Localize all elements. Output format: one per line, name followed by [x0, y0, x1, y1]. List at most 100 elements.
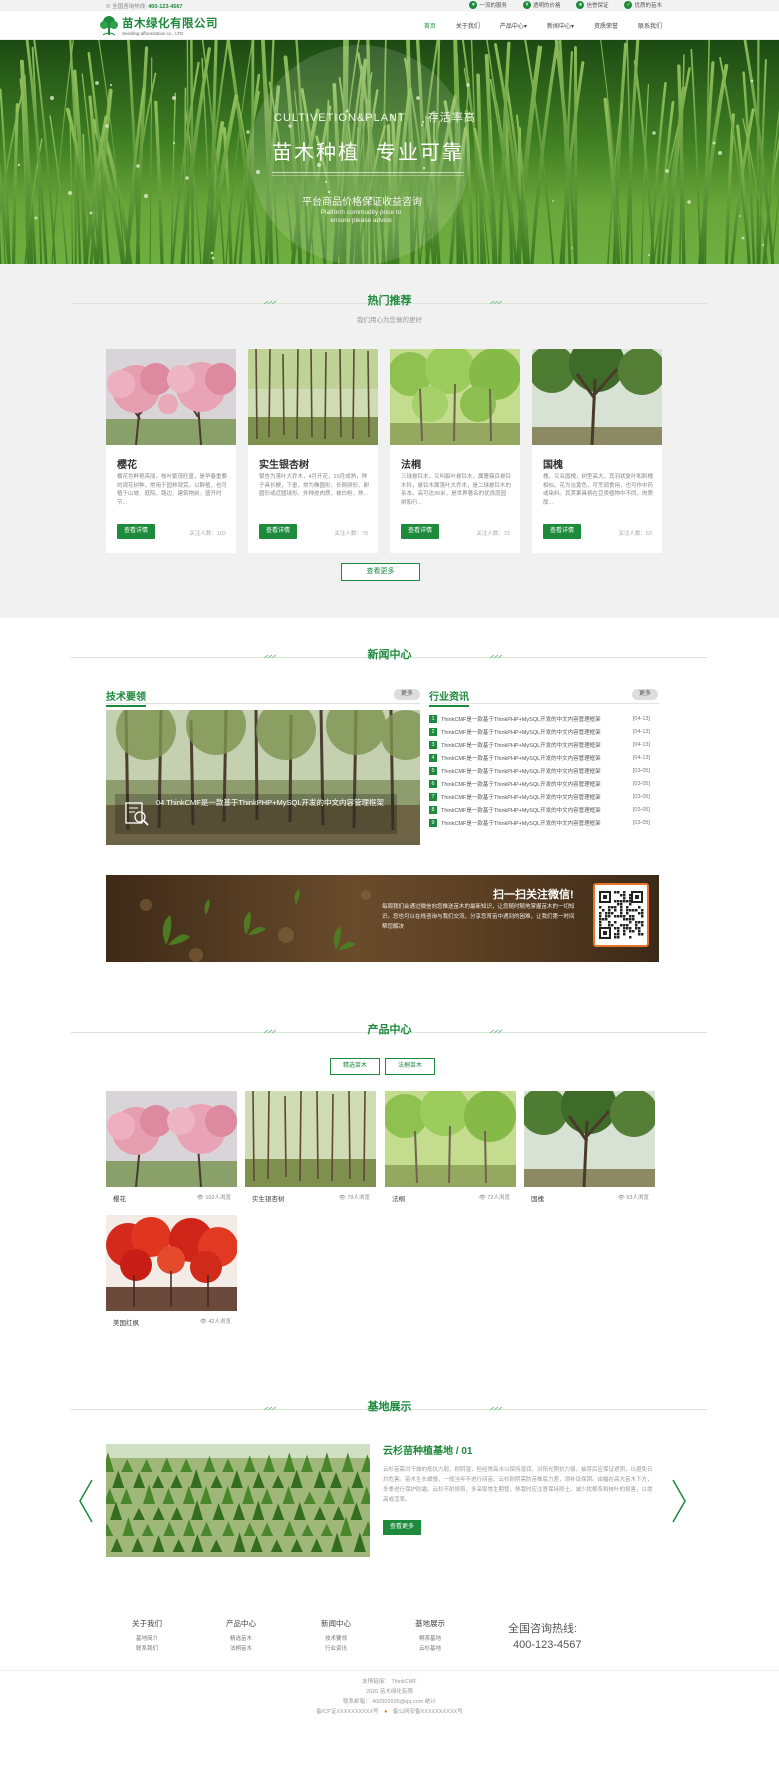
product-item[interactable]: 实生银杏树 👁 79人浏览 — [245, 1091, 376, 1209]
view-details-button[interactable]: 查看详情 — [543, 524, 581, 539]
top-bar: ✆ 全国咨询热线: 400-123-4567 ♥ 一流的服务 ¥ 透明的价格 ★ 信誉… — [0, 0, 779, 11]
list-item[interactable]: 9 ThinkCMF是一款基于ThinkPHP+MySQL开发的中文内容管理框架[… — [429, 816, 650, 829]
tech-heading[interactable]: 技术要领 — [106, 688, 146, 707]
banner-line-1: CULTIVETION&PLANT 存活率高 — [274, 112, 476, 124]
plane-tree-image — [385, 1091, 516, 1187]
card-views: 关注人数：53 — [618, 531, 652, 537]
list-item[interactable]: 4 ThinkCMF是一款基于ThinkPHP+MySQL开发的中文内容管理框架[… — [429, 751, 650, 764]
footer-column-title[interactable]: 基地展示 — [400, 1618, 460, 1629]
banner-headline: 苗木种植 专业可靠 — [272, 142, 464, 164]
promise-label: 信誉保证 — [586, 3, 609, 9]
footer-column: 关于我们 基地简介 联系我们 — [117, 1618, 177, 1654]
icp-number[interactable]: 备ICP证XXXXXXXXXX号 — [316, 1709, 378, 1715]
nav-home[interactable]: 首页 — [424, 21, 436, 30]
list-item[interactable]: 3 ThinkCMF是一款基于ThinkPHP+MySQL开发的中文内容管理框架[… — [429, 738, 650, 751]
nav-about[interactable]: 关于我们 — [456, 21, 480, 30]
list-item[interactable]: 2 ThinkCMF是一款基于ThinkPHP+MySQL开发的中文内容管理框架[… — [429, 725, 650, 738]
promise-label: 优质的苗木 — [634, 3, 662, 9]
news-caption[interactable]: 04 ThinkCMF是一款基于ThinkPHP+MySQL开发的中文内容管理框… — [115, 794, 397, 834]
footer-link[interactable]: 精选苗木 — [211, 1634, 271, 1644]
product-views: 👁 72人浏览 — [478, 1195, 510, 1201]
top-phone-number: 400-123-4567 — [148, 4, 183, 10]
section-title: 基地展示 — [0, 1398, 779, 1428]
ginkgo-image — [248, 349, 378, 445]
product-item[interactable]: 樱花 👁 102人浏览 — [106, 1091, 237, 1209]
chevron-down-icon: ▾ — [523, 24, 527, 30]
friend-links[interactable]: 友情链接： ThinkCMF — [0, 1677, 779, 1687]
qr-code-icon — [599, 891, 644, 939]
footer-link[interactable]: 云杉基地 — [400, 1644, 460, 1654]
product-card[interactable]: 樱花 樱花色鲜艳亮丽，枝叶繁茂旺盛，是早春重要的观花树种，常用于园林观赏。以群植… — [106, 349, 236, 553]
product-views: 👁 53人浏览 — [617, 1195, 649, 1201]
product-item[interactable]: 美国红枫 👁 42人浏览 — [106, 1215, 237, 1333]
police-record[interactable]: 备公网安备XXXXXXXXXX号 — [393, 1709, 463, 1715]
tech-more-button[interactable]: 更多 — [394, 689, 420, 700]
view-details-button[interactable]: 查看详情 — [401, 524, 439, 539]
view-details-button[interactable]: 查看详情 — [259, 524, 297, 539]
wechat-text: 每周我们会通过微信向您推送苗木的最新知识，让您随时随地掌握苗木的一切知识。您也可… — [382, 904, 575, 930]
nav-products[interactable]: 产品中心▾ — [500, 21, 527, 30]
logo[interactable]: 苗木绿化有限公司 Seedling afforestation co., LTD — [99, 15, 218, 36]
view-details-button[interactable]: 查看详情 — [117, 524, 155, 539]
base-item-title: 云杉苗种植基地 / 01 — [383, 1446, 473, 1457]
list-item[interactable]: 5 ThinkCMF是一款基于ThinkPHP+MySQL开发的中文内容管理框架[… — [429, 764, 650, 777]
divider — [0, 1670, 779, 1671]
industry-news-list: 1 ThinkCMF是一款基于ThinkPHP+MySQL开发的中文内容管理框架[… — [429, 712, 650, 829]
card-views: 关注人数：102 — [189, 531, 226, 537]
product-views: 👁 42人浏览 — [199, 1319, 231, 1325]
police-badge-icon: ● — [384, 1709, 388, 1715]
product-card[interactable]: 国槐 槐，又名国槐，树型高大，其羽状复叶和刺槐相似。花为淡黄色，可烹调食用，也可… — [532, 349, 662, 553]
cherry-blossom-image — [106, 349, 236, 445]
ginkgo-image — [245, 1091, 376, 1187]
base-view-more-button[interactable]: 查看更多 — [383, 1520, 421, 1535]
footer-column-title[interactable]: 新闻中心 — [306, 1618, 366, 1629]
divider — [106, 703, 420, 704]
nav-honors[interactable]: 资质荣誉 — [594, 21, 618, 30]
industry-heading[interactable]: 行业资讯 — [429, 688, 469, 707]
footer-column-title[interactable]: 产品中心 — [211, 1618, 271, 1629]
footer-link[interactable]: 基地简介 — [117, 1634, 177, 1644]
hot-section: 热门推荐 我们用心为您做的更好 樱花 樱花色鲜艳亮丽，枝叶繁茂旺盛，是早春重要的… — [0, 264, 779, 618]
product-name: 美国红枫 — [113, 1320, 139, 1327]
wechat-title: 扫一扫关注微信! — [493, 889, 574, 901]
promise-item: ✓ 优质的苗木 — [624, 1, 662, 9]
industry-more-button[interactable]: 更多 — [632, 689, 658, 700]
footer-link[interactable]: 行业资讯 — [306, 1644, 366, 1654]
footer-column: 新闻中心 技术要领 行业资讯 — [306, 1618, 366, 1654]
news-title: 新闻中心 — [367, 649, 412, 661]
chevron-left-icon[interactable] — [78, 1479, 94, 1523]
product-item[interactable]: 法桐 👁 72人浏览 — [385, 1091, 516, 1209]
icp-record: 备ICP证XXXXXXXXXX号 ● 备公网安备XXXXXXXXXX号 — [0, 1707, 779, 1717]
footer-link[interactable]: 桐茶基地 — [400, 1634, 460, 1644]
footer-link[interactable]: 技术要领 — [306, 1634, 366, 1644]
pagoda-tree-image — [532, 349, 662, 445]
nav-news[interactable]: 新闻中心▾ — [547, 21, 574, 30]
footer-hotline-label: 全国咨询热线: — [508, 1623, 578, 1635]
footer-link[interactable]: 联系我们 — [117, 1644, 177, 1654]
spruce-nursery-image[interactable] — [106, 1444, 370, 1557]
chevron-right-icon[interactable] — [671, 1479, 687, 1523]
view-more-button[interactable]: 查看更多 — [341, 563, 420, 581]
product-item[interactable]: 国槐 👁 53人浏览 — [524, 1091, 655, 1209]
card-description: 槐，又名国槐，树型高大，其羽状复叶和刺槐相似。花为淡黄色，可烹调食用，也可作中药… — [543, 474, 653, 506]
nav-contact[interactable]: 联系我们 — [638, 21, 662, 30]
phone-icon: ✆ — [106, 4, 111, 10]
list-item[interactable]: 7 ThinkCMF是一款基于ThinkPHP+MySQL开发的中文内容管理框架[… — [429, 790, 650, 803]
list-item[interactable]: 1 ThinkCMF是一款基于ThinkPHP+MySQL开发的中文内容管理框架[… — [429, 712, 650, 725]
footer-link[interactable]: 法桐苗木 — [211, 1644, 271, 1654]
product-views: 👁 102人浏览 — [196, 1195, 231, 1201]
promise-label: 一流的服务 — [479, 3, 507, 9]
tab-plane-tree[interactable]: 法桐苗木 — [385, 1058, 435, 1075]
product-card[interactable]: 法桐 三球悬铃木，又叫裂叶悬铃木，属薔薇目悬铃木科，悬铃木属落叶大乔木，是二球悬… — [390, 349, 520, 553]
list-item[interactable]: 8 ThinkCMF是一款基于ThinkPHP+MySQL开发的中文内容管理框架[… — [429, 803, 650, 816]
chevron-down-icon: ▾ — [570, 24, 574, 30]
product-card[interactable]: 实生银杏树 银杏为落叶大乔木，4月开花，10月成熟，种子具长梗，下垂，常为椭圆形… — [248, 349, 378, 553]
tab-featured[interactable]: 精选苗木 — [330, 1058, 380, 1075]
list-item[interactable]: 6 ThinkCMF是一款基于ThinkPHP+MySQL开发的中文内容管理框架[… — [429, 777, 650, 790]
site-header: 苗木绿化有限公司 Seedling afforestation co., LTD… — [0, 11, 779, 40]
banner-divider — [272, 175, 464, 176]
footer-column-title[interactable]: 关于我们 — [117, 1618, 177, 1629]
heart-icon: ♥ — [469, 1, 478, 9]
contact-email: 联系邮箱： 400502926@qq.com 统计 — [343, 1699, 436, 1705]
card-description: 樱花色鲜艳亮丽，枝叶繁茂旺盛，是早春重要的观花树种，常用于园林观赏。以群植，也可… — [117, 474, 227, 506]
